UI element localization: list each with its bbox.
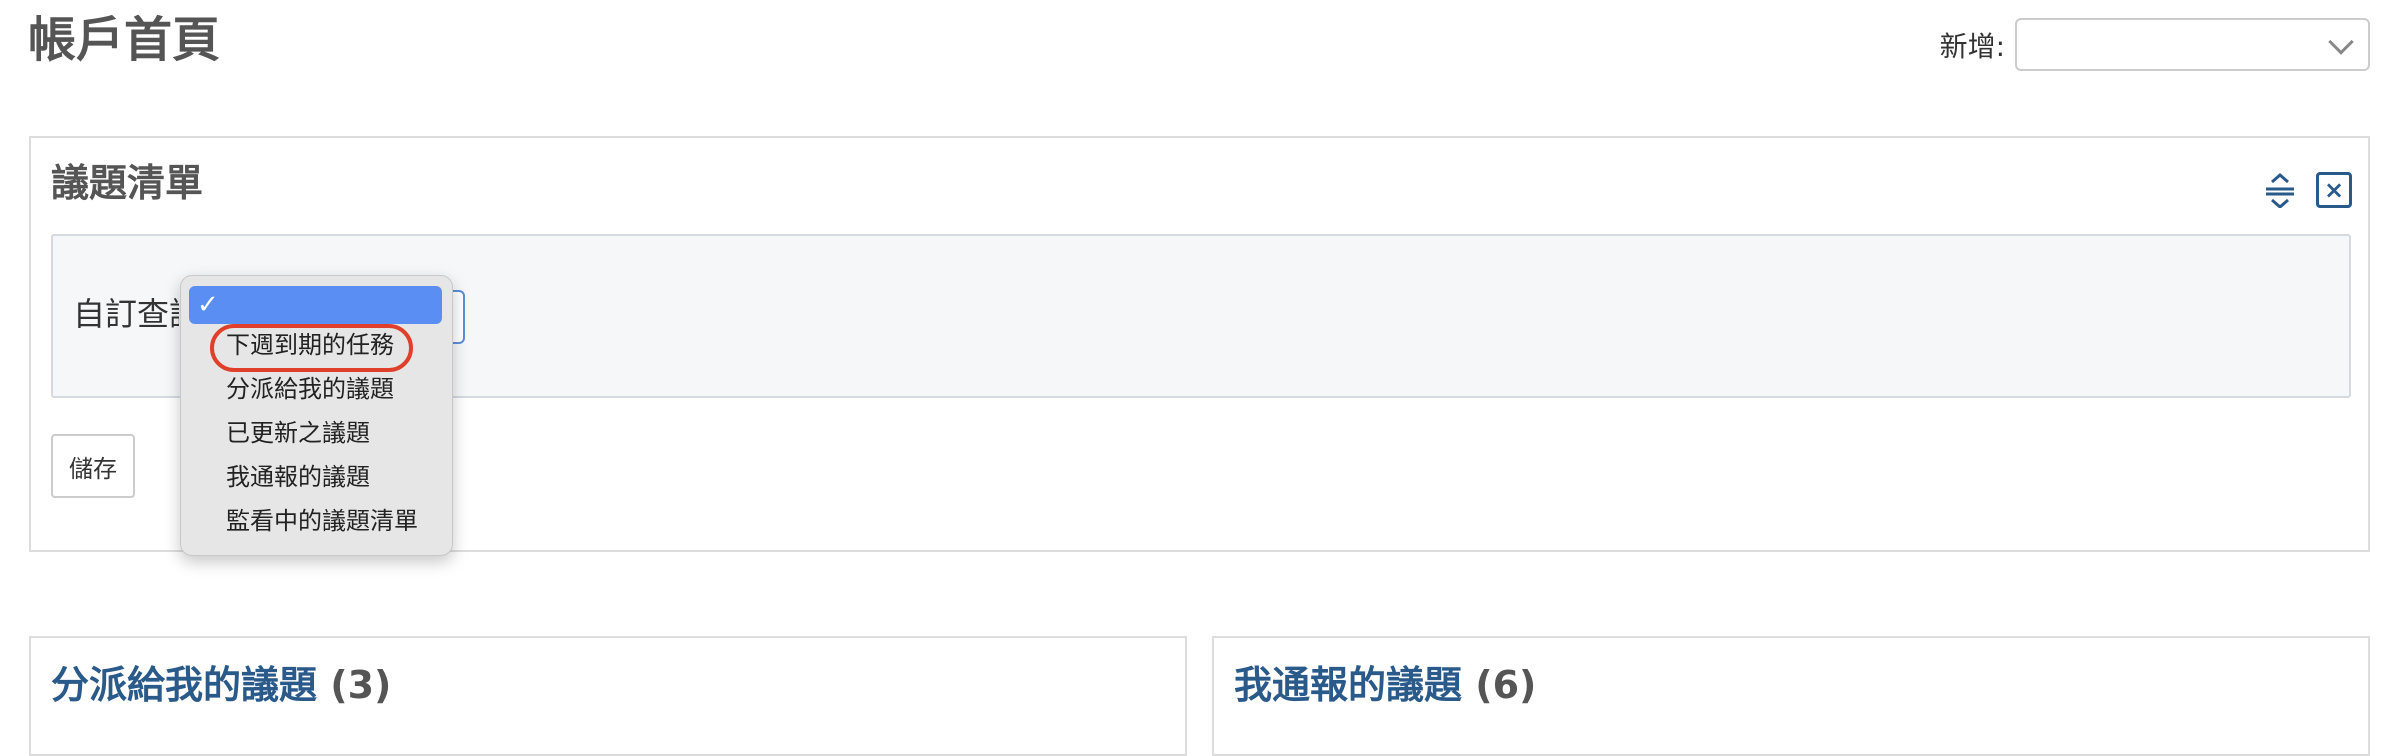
custom-query-label: 自訂查詢 <box>73 295 179 333</box>
assigned-issues-link[interactable]: 分派給我的議題 <box>51 663 317 707</box>
reported-issues-count: (6) <box>1475 663 1537 707</box>
page-title: 帳戶首頁 <box>28 12 221 68</box>
reported-issues-link[interactable]: 我通報的議題 <box>1234 663 1462 707</box>
issues-box-title: 議題清單 <box>51 161 204 205</box>
collapse-expand-icon[interactable] <box>2262 172 2298 209</box>
new-menu-label: 新增: <box>1939 29 2005 63</box>
dropdown-item-assigned-to-me[interactable]: 分派給我的議題 <box>226 372 394 406</box>
assigned-issues-title: 分派給我的議題 (3) <box>51 660 391 710</box>
new-menu: 新增: <box>1940 18 2370 71</box>
dropdown-item-updated[interactable]: 已更新之議題 <box>226 416 370 450</box>
assigned-issues-count: (3) <box>330 663 392 707</box>
custom-query-dropdown: ✓ 下週到期的任務 分派給我的議題 已更新之議題 我通報的議題 監看中的議題清單 <box>180 275 453 556</box>
issues-box-toolbar: × <box>2262 172 2352 209</box>
close-icon[interactable]: × <box>2316 172 2352 208</box>
dropdown-item-reported-by-me[interactable]: 我通報的議題 <box>226 460 370 494</box>
dropdown-item-due-next-week[interactable]: 下週到期的任務 <box>226 328 394 362</box>
chevron-down-icon <box>2328 29 2354 55</box>
dropdown-item-watched[interactable]: 監看中的議題清單 <box>226 504 418 538</box>
new-menu-select[interactable] <box>2015 18 2370 71</box>
dropdown-selected-option[interactable]: ✓ <box>189 286 442 324</box>
save-button[interactable]: 儲存 <box>51 434 135 498</box>
assigned-issues-card: 分派給我的議題 (3) <box>29 636 1187 756</box>
checkmark-icon: ✓ <box>197 290 219 320</box>
reported-issues-title: 我通報的議題 (6) <box>1234 660 1536 710</box>
reported-issues-card: 我通報的議題 (6) <box>1212 636 2370 756</box>
